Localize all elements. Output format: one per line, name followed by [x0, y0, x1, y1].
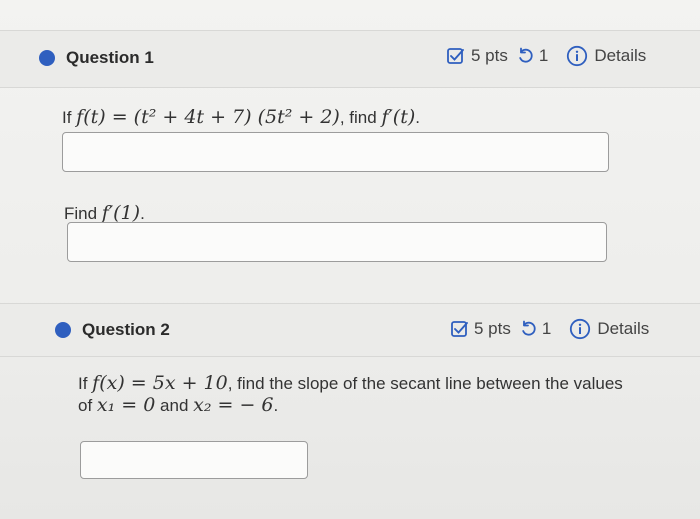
info-icon[interactable] [569, 318, 591, 340]
question-meta: 5 pts 1 Details [450, 318, 649, 340]
prompt-derivative: f′(t) [381, 106, 416, 128]
details-link[interactable]: Details [597, 319, 649, 339]
sub-answer-input[interactable] [67, 222, 607, 262]
prompt-formula: f(t) = (t² + 4t + 7) (5t² + 2) [76, 106, 340, 128]
x2-value: x₂ = − 6 [193, 394, 274, 416]
question-title: Question 1 [66, 48, 154, 67]
checkbox-edit-icon [450, 319, 470, 339]
quiz-page: Question 1 5 pts 1 Details If f(t) = (t²… [0, 0, 700, 519]
question-1: Question 1 5 pts 1 Details If f(t) = (t²… [0, 0, 700, 290]
details-link[interactable]: Details [594, 46, 646, 66]
sub-prompt-formula: f′(1) [101, 202, 141, 224]
question-2-body: If f(x) = 5x + 10, find the slope of the… [0, 356, 700, 516]
prompt-formula: f(x) = 5x + 10 [92, 372, 228, 394]
question-2-header: Question 2 5 pts 1 Details [0, 303, 700, 357]
attempts-label: 1 [538, 46, 549, 65]
question-status-dot [55, 322, 71, 338]
question-1-body: If f(t) = (t² + 4t + 7) (5t² + 2), find … [0, 86, 700, 286]
checkbox-edit-icon [446, 46, 466, 66]
answer-input[interactable] [80, 441, 308, 479]
question-meta: 5 pts 1 Details [446, 45, 646, 67]
answer-input[interactable] [62, 132, 609, 172]
question-1-header: Question 1 5 pts 1 Details [0, 30, 700, 88]
question-prompt-line-1: If f(x) = 5x + 10, find the slope of the… [78, 372, 623, 394]
question-title: Question 2 [82, 320, 170, 339]
attempts-label: 1 [541, 319, 552, 338]
points-label: 5 pts [474, 319, 511, 338]
x1-value: x₁ = 0 [96, 394, 156, 416]
retry-icon[interactable] [517, 47, 535, 65]
question-prompt-line-2: of x₁ = 0 and x₂ = − 6. [78, 394, 279, 416]
question-2: Question 2 5 pts 1 Details If f(x) = 5x … [0, 290, 700, 519]
question-prompt: If f(t) = (t² + 4t + 7) (5t² + 2), find … [62, 106, 420, 128]
points-label: 5 pts [471, 46, 508, 65]
sub-question-prompt: Find f′(1). [64, 202, 145, 224]
question-status-dot [39, 50, 55, 66]
retry-icon[interactable] [520, 320, 538, 338]
info-icon[interactable] [566, 45, 588, 67]
